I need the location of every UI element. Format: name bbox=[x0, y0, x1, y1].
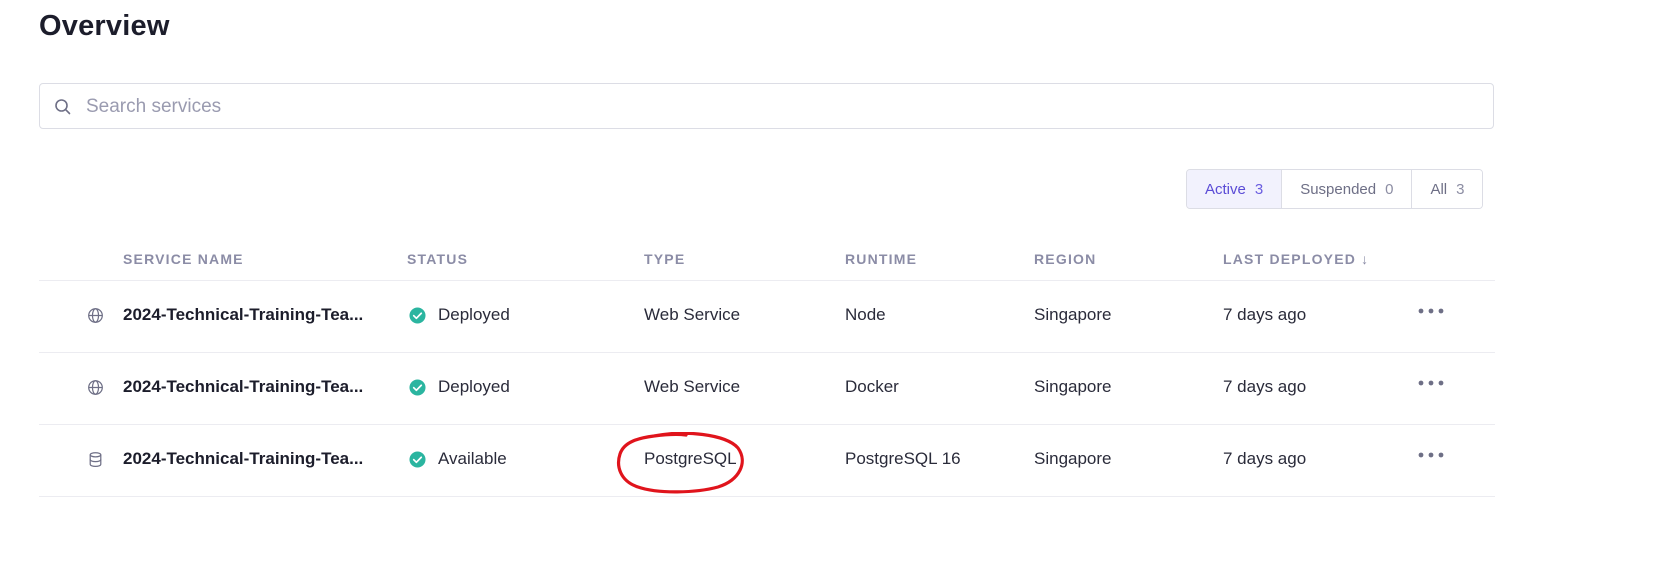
column-header-type[interactable]: TYPE bbox=[644, 251, 685, 267]
filter-count: 3 bbox=[1254, 180, 1264, 198]
ellipsis-icon bbox=[1418, 380, 1444, 386]
filter-suspended-button[interactable]: Suspended 0 bbox=[1282, 170, 1413, 208]
search-icon bbox=[55, 99, 71, 115]
search-input[interactable] bbox=[84, 84, 1468, 130]
more-actions-button[interactable] bbox=[1417, 369, 1445, 397]
status-text: Deployed bbox=[438, 305, 510, 324]
status-filter-group: Active 3 Suspended 0 All 3 bbox=[1186, 169, 1484, 209]
runtime-text: Node bbox=[845, 305, 886, 324]
region-text: Singapore bbox=[1034, 449, 1112, 468]
column-header-region[interactable]: REGION bbox=[1034, 251, 1096, 267]
filter-label: Suspended bbox=[1300, 180, 1377, 198]
column-header-last-deployed[interactable]: LAST DEPLOYED ↓ bbox=[1223, 251, 1369, 267]
page-title: Overview bbox=[39, 10, 170, 42]
search-bar[interactable] bbox=[39, 83, 1494, 130]
filter-count: 3 bbox=[1456, 180, 1465, 198]
filter-label: Active bbox=[1205, 180, 1246, 198]
filter-all-button[interactable]: All 3 bbox=[1412, 170, 1483, 208]
last-deployed-text: 7 days ago bbox=[1223, 449, 1307, 468]
service-name-link[interactable]: 2024-Technical-Training-Tea... bbox=[123, 449, 363, 469]
type-text: Web Service bbox=[644, 377, 741, 396]
last-deployed-text: 7 days ago bbox=[1223, 377, 1307, 396]
filter-active-button[interactable]: Active 3 bbox=[1187, 170, 1283, 208]
database-icon bbox=[89, 452, 102, 468]
table-row[interactable]: 2024-Technical-Training-Tea... Deployed … bbox=[39, 353, 1495, 425]
runtime-text: Docker bbox=[845, 377, 899, 396]
check-circle-icon bbox=[409, 379, 426, 396]
more-actions-button[interactable] bbox=[1417, 297, 1445, 325]
filter-label: All bbox=[1430, 180, 1448, 198]
check-circle-icon bbox=[409, 307, 426, 324]
filter-count: 0 bbox=[1385, 180, 1394, 198]
last-deployed-text: 7 days ago bbox=[1223, 305, 1307, 324]
type-text: Web Service bbox=[644, 305, 741, 324]
column-header-runtime[interactable]: RUNTIME bbox=[845, 251, 917, 267]
column-header-service-name[interactable]: SERVICE NAME bbox=[123, 251, 244, 267]
globe-icon bbox=[88, 380, 103, 395]
more-actions-button[interactable] bbox=[1417, 441, 1445, 469]
region-text: Singapore bbox=[1034, 305, 1112, 324]
service-name-link[interactable]: 2024-Technical-Training-Tea... bbox=[123, 305, 363, 325]
ellipsis-icon bbox=[1418, 452, 1444, 458]
table-row[interactable]: 2024-Technical-Training-Tea... Available… bbox=[39, 425, 1495, 497]
service-name-link[interactable]: 2024-Technical-Training-Tea... bbox=[123, 377, 363, 397]
globe-icon bbox=[88, 308, 103, 323]
runtime-text: PostgreSQL 16 bbox=[845, 449, 961, 468]
status-text: Available bbox=[438, 449, 507, 468]
services-table: SERVICE NAME STATUS TYPE RUNTIME REGION … bbox=[39, 240, 1495, 497]
check-circle-icon bbox=[409, 451, 426, 468]
overview-page: Overview Active 3 Suspended 0 All 3 SERV… bbox=[0, 0, 1658, 573]
table-row[interactable]: 2024-Technical-Training-Tea... Deployed … bbox=[39, 281, 1495, 353]
column-header-status[interactable]: STATUS bbox=[407, 251, 468, 267]
table-header: SERVICE NAME STATUS TYPE RUNTIME REGION … bbox=[39, 240, 1495, 281]
status-text: Deployed bbox=[438, 377, 510, 396]
ellipsis-icon bbox=[1418, 308, 1444, 314]
type-text: PostgreSQL bbox=[644, 449, 737, 468]
region-text: Singapore bbox=[1034, 377, 1112, 396]
